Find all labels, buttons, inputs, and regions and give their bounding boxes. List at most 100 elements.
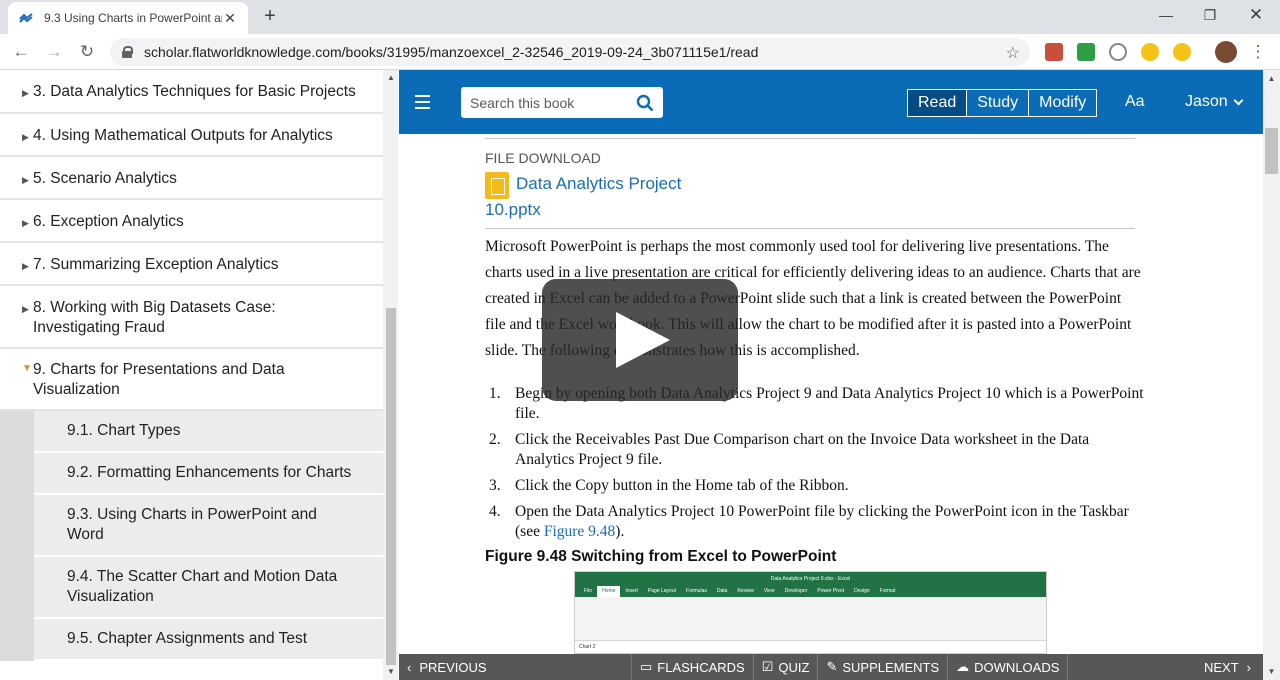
toc-chapter-5[interactable]: ▶ 5. Scenario Analytics [0, 157, 383, 200]
reader-footer: ‹ PREVIOUS ▭ FLASHCARDS ☑ QUIZ ✎ SUPPLEM… [399, 654, 1263, 680]
toc-chapter-4[interactable]: ▶ 4. Using Mathematical Outputs for Anal… [0, 114, 383, 157]
toc-chapter-7[interactable]: ▶ 7. Summarizing Exception Analytics [0, 243, 383, 286]
figure-window-title: Data Analytics Project 9.xlsx - Excel [575, 572, 1046, 586]
previous-button[interactable]: ‹ PREVIOUS [399, 654, 631, 680]
url-field[interactable]: scholar.flatworldknowledge.com/books/319… [110, 38, 1030, 66]
expand-arrow-icon: ▶ [22, 132, 29, 142]
study-mode-button[interactable]: Study [967, 90, 1030, 116]
lock-icon [122, 46, 133, 58]
close-window-icon[interactable]: ✕ [1245, 4, 1267, 26]
divider [485, 228, 1135, 229]
modify-mode-button[interactable]: Modify [1029, 90, 1096, 116]
list-item: 3. Click the Copy button in the Home tab… [485, 476, 1145, 496]
minimize-icon[interactable]: — [1155, 4, 1177, 26]
figure-link[interactable]: Figure 9.48 [544, 523, 615, 540]
table-of-contents: ▶ 3. Data Analytics Techniques for Basic… [0, 70, 398, 680]
flashcards-button[interactable]: ▭ FLASHCARDS [632, 654, 753, 680]
sidebar-scroll-up-icon[interactable]: ▲ [386, 73, 396, 82]
sidebar-scroll-down-icon[interactable]: ▼ [386, 667, 396, 676]
step-text: Click the Copy button in the Home tab of… [515, 477, 849, 494]
sidebar-scrollbar-thumb[interactable] [386, 308, 396, 665]
check-extension-icon[interactable] [1077, 43, 1095, 61]
step-number: 3. [489, 477, 501, 494]
font-settings-button[interactable]: Aa [1125, 93, 1145, 111]
read-mode-button[interactable]: Read [908, 90, 968, 116]
toc-section-9-4[interactable]: 9.4. The Scatter Chart and Motion Data V… [34, 557, 383, 619]
file-download-link-ext[interactable]: 10.pptx [485, 200, 541, 220]
new-tab-icon[interactable]: + [260, 6, 280, 26]
divider [485, 138, 1135, 139]
page-scrollbar-thumb[interactable] [1265, 128, 1278, 174]
downloads-label: DOWNLOADS [974, 659, 1060, 675]
paperclip-icon: ✎ [826, 659, 838, 674]
chevron-left-icon: ‹ [407, 659, 412, 675]
toc-section-9-1[interactable]: 9.1. Chart Types [34, 411, 383, 453]
page-scroll-up-icon[interactable]: ▲ [1266, 74, 1277, 83]
toc-chapter-9[interactable]: ▼ 9. Charts for Presentations and Data V… [0, 349, 383, 411]
supplements-button[interactable]: ✎ SUPPLEMENTS [818, 654, 947, 680]
quiz-label: QUIZ [778, 659, 810, 675]
tab-title: 9.3 Using Charts in PowerPoint ar [44, 11, 222, 25]
figure-ribbon-tab: Review [737, 588, 754, 594]
reader-header: Read Study Modify Aa Jason [399, 70, 1263, 134]
quiz-button[interactable]: ☑ QUIZ [754, 654, 818, 680]
pdf-extension-icon[interactable] [1045, 43, 1063, 61]
supplements-label: SUPPLEMENTS [842, 659, 940, 675]
close-tab-icon[interactable]: ✕ [222, 10, 238, 26]
book-content: FILE DOWNLOAD Data Analytics Project 10.… [399, 134, 1263, 654]
step-number: 1. [489, 385, 501, 402]
expand-arrow-icon: ▶ [22, 304, 29, 314]
reload-icon[interactable]: ↻ [77, 42, 97, 62]
toc-section-9-3[interactable]: 9.3. Using Charts in PowerPoint and Word [34, 495, 383, 557]
previous-label: PREVIOUS [419, 659, 487, 675]
toc-chapter-3[interactable]: ▶ 3. Data Analytics Techniques for Basic… [0, 70, 383, 114]
collapse-arrow-icon: ▼ [22, 363, 32, 374]
expand-arrow-icon: ▶ [22, 175, 29, 185]
browser-menu-icon[interactable]: ⋮ [1248, 42, 1268, 62]
downloads-button[interactable]: ☁ DOWNLOADS [948, 654, 1067, 680]
user-name: Jason [1185, 93, 1228, 110]
figure-ribbon-tab: Page Layout [647, 588, 677, 594]
toc-section-label: 9.5. Chapter Assignments and Test [67, 630, 308, 647]
figure-ribbon-tab: Insert [625, 588, 638, 594]
toc-section-9-2[interactable]: 9.2. Formatting Enhancements for Charts [34, 453, 383, 495]
list-item: 2. Click the Receivables Past Due Compar… [485, 430, 1145, 470]
figure-image: Data Analytics Project 9.xlsx - Excel Fi… [574, 571, 1047, 654]
back-icon[interactable]: ← [11, 42, 31, 62]
list-item: 4. Open the Data Analytics Project 10 Po… [485, 502, 1145, 542]
figure-ribbon [575, 597, 1046, 641]
bookmark-star-icon[interactable]: ☆ [1006, 43, 1020, 63]
next-button[interactable]: NEXT › [1196, 654, 1263, 680]
menu-icon[interactable] [415, 95, 430, 109]
address-bar: ← → ↻ scholar.flatworldknowledge.com/boo… [0, 34, 1280, 70]
divider [1067, 654, 1069, 680]
toc-chapter-8[interactable]: ▶ 8. Working with Big Datasets Case: Inv… [0, 286, 383, 349]
browser-tab[interactable]: 9.3 Using Charts in PowerPoint ar ✕ [8, 2, 248, 34]
figure-ribbon-tab: Power Pivot [817, 588, 845, 594]
forward-icon[interactable]: → [44, 42, 64, 62]
profile-avatar[interactable] [1215, 41, 1237, 63]
toc-chapter-6[interactable]: ▶ 6. Exception Analytics [0, 200, 383, 243]
search-input[interactable] [470, 94, 630, 111]
home-extension-icon[interactable] [1141, 43, 1159, 61]
figure-name-box: Chart 2 [575, 641, 1046, 653]
toc-chapter-label: 7. Summarizing Exception Analytics [33, 256, 279, 273]
page-scroll-down-icon[interactable]: ▼ [1266, 667, 1277, 676]
url-text: scholar.flatworldknowledge.com/books/319… [144, 44, 759, 60]
video-play-button[interactable] [542, 279, 738, 401]
user-menu[interactable]: Jason [1185, 93, 1244, 111]
search-extension-icon[interactable] [1173, 43, 1191, 61]
figure-ribbon-tab: Design [854, 588, 870, 594]
file-download-link[interactable]: Data Analytics Project [516, 174, 681, 194]
figure-ribbon-tab: File [584, 588, 593, 594]
figure-caption: Figure 9.48 Switching from Excel to Powe… [485, 548, 837, 565]
flashcards-icon: ▭ [640, 659, 653, 674]
toc-section-9-5[interactable]: 9.5. Chapter Assignments and Test [34, 619, 383, 661]
restore-icon[interactable]: ❐ [1199, 4, 1221, 26]
figure-ribbon-tab: Formulas [686, 588, 707, 594]
search-icon[interactable] [636, 94, 654, 112]
cloud-download-icon: ☁ [956, 659, 970, 674]
headphones-extension-icon[interactable] [1109, 43, 1127, 61]
play-icon [616, 312, 670, 368]
powerpoint-file-icon [485, 172, 509, 199]
